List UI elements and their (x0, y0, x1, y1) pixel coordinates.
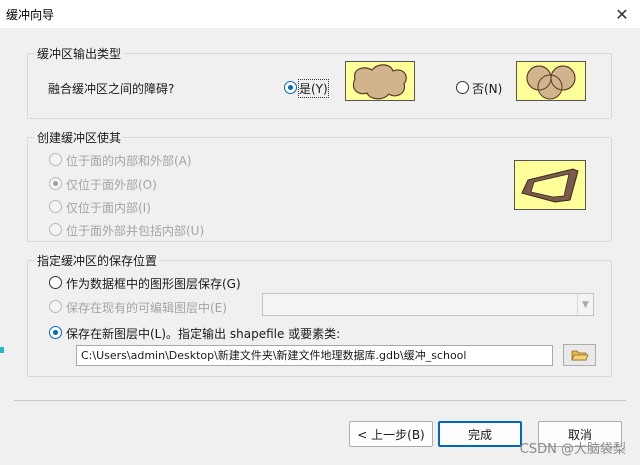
polygon-buffer-preview (514, 160, 586, 210)
dissolve-yes-label[interactable]: 是(Y) (298, 79, 329, 98)
dissolved-buffer-preview (345, 61, 415, 101)
side-type-legend: 创建缓冲区使其 (35, 129, 124, 146)
side-outside-incl-radio[interactable] (49, 223, 62, 236)
output-path-field[interactable]: C:\Users\admin\Desktop\新建文件夹\新建文件地理数据库.g… (76, 345, 553, 366)
finish-button-label: 完成 (467, 427, 492, 442)
dissolved-buffer-icon (352, 64, 407, 100)
side-outside-incl-label[interactable]: 位于面外部并包括内部(U) (66, 222, 204, 239)
side-inside-radio[interactable] (49, 200, 62, 213)
watermark: CSDN @大脑袋梨 (519, 442, 626, 457)
save-existing-layer-label[interactable]: 保存在现有的可编辑图层中(E) (66, 299, 227, 316)
overlapping-buffer-icon (526, 65, 576, 100)
output-path-value: C:\Users\admin\Desktop\新建文件夹\新建文件地理数据库.g… (81, 349, 467, 362)
dissolve-no-radio[interactable] (456, 81, 469, 94)
back-button-label: < 上一步(B) (357, 427, 425, 442)
existing-layer-dropdown[interactable]: ▼ (262, 293, 594, 316)
window-title: 缓冲向导 (6, 8, 55, 22)
back-button[interactable]: < 上一步(B) (349, 421, 433, 447)
close-icon: ✕ (615, 4, 629, 24)
close-button[interactable]: ✕ (608, 2, 636, 26)
side-outside-label[interactable]: 仅位于面外部(O) (66, 176, 157, 193)
browse-folder-button[interactable] (563, 344, 596, 366)
output-type-legend: 缓冲区输出类型 (35, 45, 124, 62)
save-new-layer-radio[interactable] (49, 326, 62, 339)
save-graphics-layer-label[interactable]: 作为数据框中的图形图层保存(G) (66, 275, 241, 292)
save-existing-layer-radio[interactable] (49, 300, 62, 313)
separate-buffer-preview (516, 61, 586, 101)
save-location-legend: 指定缓冲区的保存位置 (35, 252, 160, 269)
polygon-buffer-icon (521, 168, 579, 203)
side-both-radio[interactable] (49, 153, 62, 166)
side-both-label[interactable]: 位于面的内部和外部(A) (66, 152, 192, 169)
dissolve-question: 融合缓冲区之间的障碍? (48, 82, 175, 96)
edge-marker (0, 347, 4, 353)
side-inside-label[interactable]: 仅位于面内部(I) (66, 199, 151, 216)
footer-separator (14, 400, 626, 401)
open-folder-icon (570, 350, 589, 361)
side-outside-radio[interactable] (49, 177, 62, 190)
save-new-layer-label[interactable]: 保存在新图层中(L)。指定输出 shapefile 或要素类: (66, 325, 340, 342)
chevron-down-icon: ▼ (577, 294, 593, 315)
dissolve-no-label[interactable]: 否(N) (472, 80, 502, 97)
save-graphics-layer-radio[interactable] (49, 276, 62, 289)
dissolve-yes-radio[interactable] (284, 81, 297, 94)
title-bar: 缓冲向导 ✕ (0, 0, 640, 28)
finish-button[interactable]: 完成 (438, 421, 522, 447)
